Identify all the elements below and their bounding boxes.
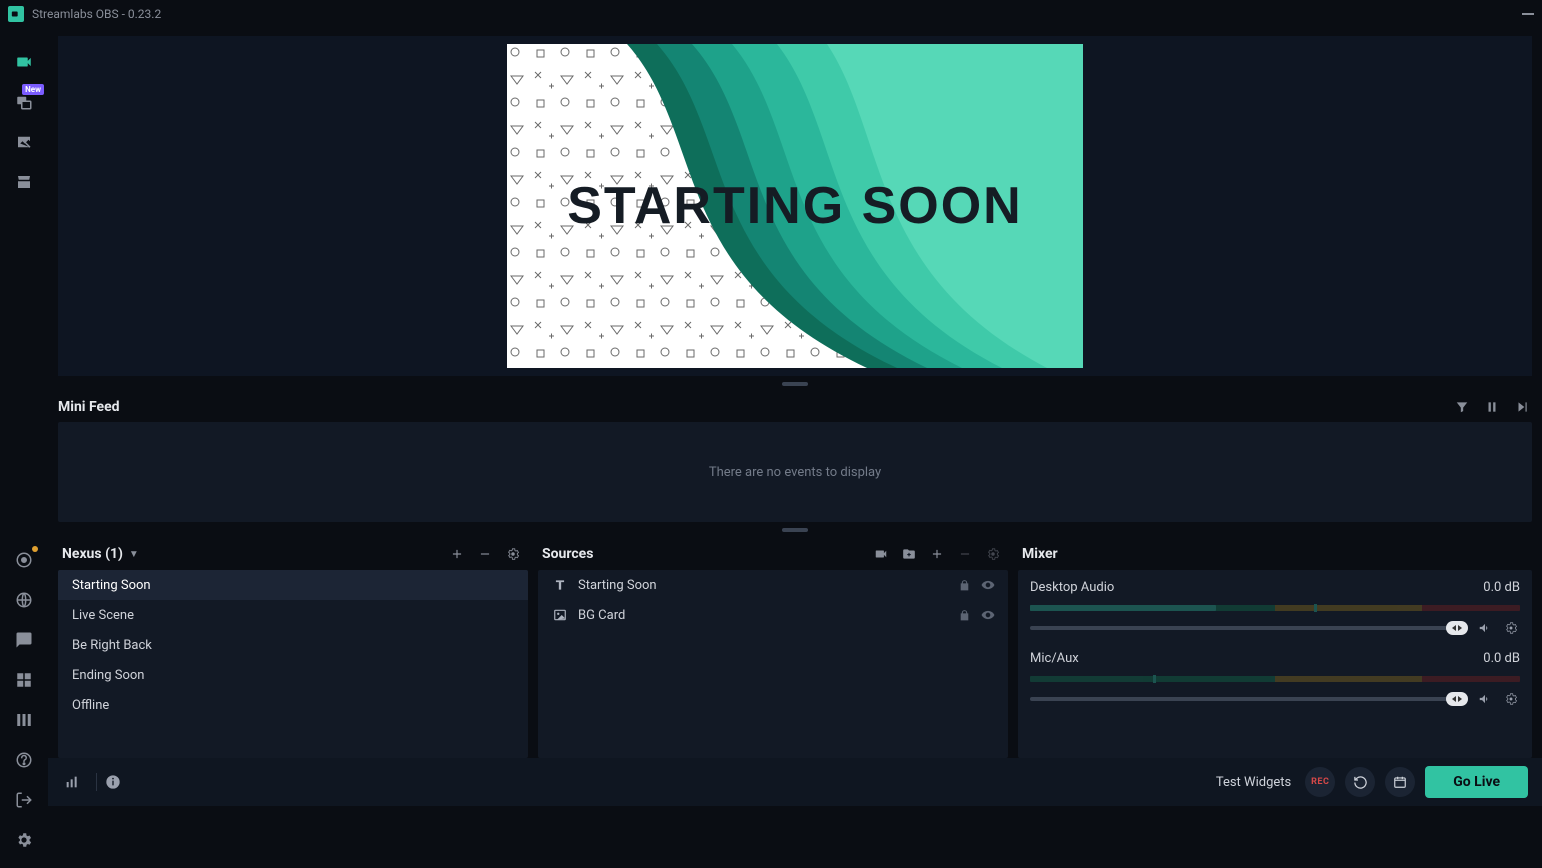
remove-scene-icon[interactable] <box>474 543 496 565</box>
source-label: BG Card <box>578 608 625 623</box>
test-widgets-button[interactable]: Test Widgets <box>1216 775 1291 790</box>
mini-feed-title: Mini Feed <box>58 399 120 415</box>
mixer-body: Desktop Audio 0.0 dB Mic/ <box>1018 570 1532 758</box>
nav-store[interactable] <box>10 168 38 196</box>
app-title: Streamlabs OBS - 0.23.2 <box>32 7 161 21</box>
scene-item[interactable]: Live Scene <box>58 600 528 630</box>
bottom-bar: Test Widgets REC Go Live <box>48 758 1542 806</box>
resize-grip-2[interactable] <box>48 522 1542 538</box>
sources-panel: Sources Starting Soon <box>538 538 1008 758</box>
scene-label: Ending Soon <box>72 668 145 683</box>
scene-item[interactable]: Ending Soon <box>58 660 528 690</box>
nav-settings[interactable] <box>10 826 38 854</box>
slider-knob[interactable] <box>1446 692 1468 706</box>
visibility-icon[interactable] <box>980 608 996 622</box>
remove-source-icon <box>954 543 976 565</box>
nav-apps[interactable] <box>10 666 38 694</box>
nav-logout[interactable] <box>10 786 38 814</box>
scene-label: Be Right Back <box>72 638 152 653</box>
scene-label: Offline <box>72 698 109 713</box>
preview-area[interactable]: STARTING SOON <box>58 36 1532 376</box>
mini-feed-empty: There are no events to display <box>709 465 881 480</box>
nav-globe[interactable] <box>10 586 38 614</box>
source-label: Starting Soon <box>578 578 657 593</box>
main-content: STARTING SOON Mini Feed There are no eve… <box>48 28 1542 868</box>
volume-slider[interactable] <box>1030 626 1468 630</box>
left-nav: New <box>0 28 48 868</box>
nav-editor[interactable] <box>10 48 38 76</box>
pause-icon[interactable] <box>1482 397 1502 417</box>
scene-item[interactable]: Be Right Back <box>58 630 528 660</box>
schedule-button[interactable] <box>1385 767 1415 797</box>
info-icon[interactable] <box>103 772 123 792</box>
nav-help[interactable] <box>10 746 38 774</box>
channel-name: Desktop Audio <box>1030 580 1114 595</box>
mixer-channel: Mic/Aux 0.0 dB <box>1018 641 1532 712</box>
channel-db: 0.0 dB <box>1483 651 1520 666</box>
source-settings-icon <box>982 543 1004 565</box>
source-item[interactable]: BG Card <box>538 600 1008 630</box>
mixer-title: Mixer <box>1022 546 1058 562</box>
separator <box>96 773 97 791</box>
record-button[interactable]: REC <box>1305 767 1335 797</box>
nav-layout[interactable] <box>10 706 38 734</box>
channel-db: 0.0 dB <box>1483 580 1520 595</box>
preview-text: STARTING SOON <box>507 44 1083 368</box>
add-webcam-icon[interactable] <box>870 543 892 565</box>
new-badge: New <box>22 84 44 95</box>
scene-settings-icon[interactable] <box>502 543 524 565</box>
nav-chat[interactable] <box>10 626 38 654</box>
scene-item[interactable]: Offline <box>58 690 528 720</box>
app-logo <box>8 6 24 22</box>
sources-list: Starting Soon BG Card <box>538 570 1008 758</box>
scene-item[interactable]: Starting Soon <box>58 570 528 600</box>
channel-settings-icon[interactable] <box>1502 619 1520 637</box>
preview-card: STARTING SOON <box>507 44 1083 368</box>
slider-knob[interactable] <box>1446 621 1468 635</box>
source-item[interactable]: Starting Soon <box>538 570 1008 600</box>
go-live-button[interactable]: Go Live <box>1425 766 1528 798</box>
scenes-panel: Nexus (1) ▼ Starting Soon Live Scene Be … <box>58 538 528 758</box>
stats-icon[interactable] <box>62 772 82 792</box>
channel-settings-icon[interactable] <box>1502 690 1520 708</box>
mixer-panel: Mixer Desktop Audio 0.0 dB <box>1018 538 1532 758</box>
visibility-icon[interactable] <box>980 578 996 592</box>
scenes-list: Starting Soon Live Scene Be Right Back E… <box>58 570 528 758</box>
mixer-channel: Desktop Audio 0.0 dB <box>1018 570 1532 641</box>
nav-multistream[interactable]: New <box>10 88 38 116</box>
titlebar: Streamlabs OBS - 0.23.2 <box>0 0 1542 28</box>
lock-icon[interactable] <box>956 609 972 622</box>
sources-title: Sources <box>542 546 593 562</box>
image-source-icon <box>550 608 570 622</box>
scene-label: Live Scene <box>72 608 134 623</box>
audio-meter <box>1030 605 1520 611</box>
text-source-icon <box>550 578 570 592</box>
add-folder-icon[interactable] <box>898 543 920 565</box>
mini-feed-body: There are no events to display <box>58 422 1532 522</box>
skip-icon[interactable] <box>1512 397 1532 417</box>
channel-name: Mic/Aux <box>1030 651 1079 666</box>
add-scene-icon[interactable] <box>446 543 468 565</box>
audio-meter <box>1030 676 1520 682</box>
window-minimize-icon[interactable] <box>1522 13 1534 15</box>
volume-slider[interactable] <box>1030 697 1468 701</box>
scene-label: Starting Soon <box>72 578 151 593</box>
nav-cloud[interactable] <box>10 546 38 574</box>
filter-icon[interactable] <box>1452 397 1472 417</box>
notification-dot <box>32 546 38 552</box>
speaker-icon[interactable] <box>1476 619 1494 637</box>
speaker-icon[interactable] <box>1476 690 1494 708</box>
add-source-icon[interactable] <box>926 543 948 565</box>
mini-feed-panel: Mini Feed There are no events to display <box>58 392 1532 522</box>
chevron-down-icon[interactable]: ▼ <box>129 549 139 560</box>
replay-buffer-button[interactable] <box>1345 767 1375 797</box>
lock-icon[interactable] <box>956 579 972 592</box>
scene-collection-label[interactable]: Nexus (1) <box>62 546 123 562</box>
resize-grip[interactable] <box>48 376 1542 392</box>
nav-alertbox[interactable] <box>10 128 38 156</box>
